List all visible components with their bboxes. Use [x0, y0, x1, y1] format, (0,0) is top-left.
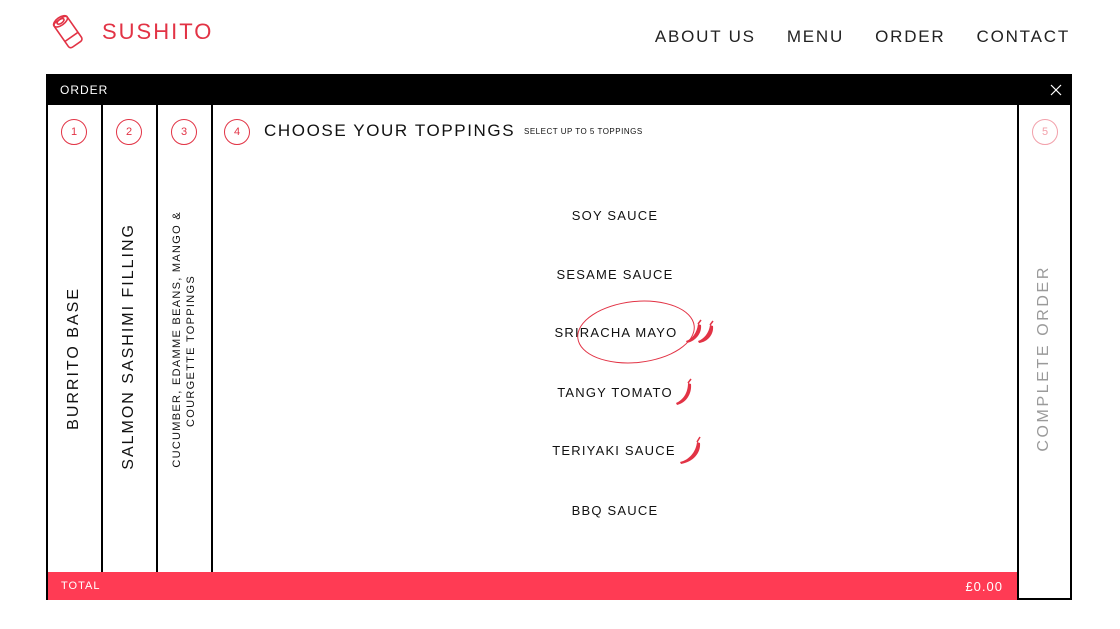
sushi-roll-icon	[52, 14, 83, 49]
step-4-heading: CHOOSE YOUR TOPPINGS	[264, 121, 516, 140]
total-value: £0.00	[965, 579, 1003, 594]
topping-tangy-tomato[interactable]: TANGY TOMATO	[213, 378, 1017, 406]
topping-label: TANGY TOMATO	[557, 384, 673, 400]
order-panel: ORDER 1 BURRITO BASE 2 SALMON SASHIMI FI…	[46, 74, 1072, 600]
step-3-label-line-1: CUCUMBER, EDAMME BEANS, MANGO &	[171, 211, 183, 468]
step-3-toppings[interactable]: 3 CUCUMBER, EDAMME BEANS, MANGO & COURGE…	[158, 105, 213, 572]
topping-teriyaki-sauce[interactable]: TERIYAKI SAUCE	[213, 436, 1017, 464]
topping-label: TERIYAKI SAUCE	[552, 442, 676, 458]
step-1-label: BURRITO BASE	[65, 287, 82, 430]
chili-icon	[675, 378, 692, 405]
step-3-number: 3	[171, 119, 197, 145]
step-4-subheading: SELECT UP TO 5 TOPPINGS	[524, 127, 643, 136]
nav-contact[interactable]: CONTACT	[977, 27, 1071, 47]
brand-name: SUSHITO	[102, 19, 214, 44]
complete-order-label: COMPLETE ORDER	[1035, 265, 1052, 452]
step-2-label: SALMON SASHIMI FILLING	[120, 223, 137, 470]
topping-sesame-sauce[interactable]: SESAME SAUCE	[213, 264, 1017, 284]
topping-label: SOY SAUCE	[571, 207, 659, 223]
step-4-number: 4	[224, 119, 250, 145]
step-3-label-line-2: COURGETTE TOPPINGS	[185, 275, 197, 427]
topping-soy-sauce[interactable]: SOY SAUCE	[213, 205, 1017, 225]
topping-sriracha-mayo[interactable]: SRIRACHA MAYO	[213, 319, 1017, 345]
step-5-number: 5	[1032, 119, 1058, 145]
topping-label: SESAME SAUCE	[556, 266, 674, 282]
topping-label: SRIRACHA MAYO	[554, 324, 678, 340]
chili-icon	[685, 319, 714, 343]
brand-logo[interactable]: SUSHITO	[46, 10, 213, 54]
step-2-filling[interactable]: 2 SALMON SASHIMI FILLING	[103, 105, 158, 572]
nav-menu[interactable]: MENU	[787, 27, 844, 47]
close-icon[interactable]	[1048, 82, 1064, 98]
order-panel-header: ORDER	[48, 76, 1070, 105]
topping-label: BBQ SAUCE	[571, 502, 659, 518]
chili-icon	[679, 436, 701, 464]
step-5-complete-order[interactable]: 5 COMPLETE ORDER	[1017, 105, 1072, 600]
step-1-number: 1	[61, 119, 87, 145]
total-bar: TOTAL £0.00	[48, 572, 1017, 600]
total-label: TOTAL	[61, 580, 101, 592]
main-nav: ABOUT US MENU ORDER CONTACT	[655, 27, 1070, 47]
step-2-number: 2	[116, 119, 142, 145]
step-4-choose-toppings: 4 CHOOSE YOUR TOPPINGS SELECT UP TO 5 TO…	[213, 105, 1017, 572]
nav-order[interactable]: ORDER	[875, 27, 945, 47]
topping-bbq-sauce[interactable]: BBQ SAUCE	[213, 500, 1017, 520]
order-panel-title: ORDER	[60, 83, 109, 97]
step-1-burrito-base[interactable]: 1 BURRITO BASE	[48, 105, 103, 572]
nav-about-us[interactable]: ABOUT US	[655, 27, 756, 47]
